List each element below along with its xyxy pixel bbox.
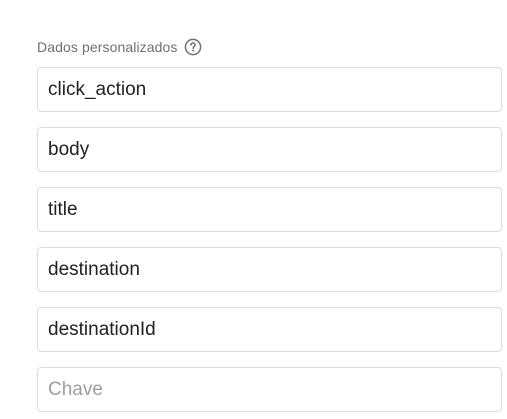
custom-data-fields — [37, 67, 502, 419]
help-circle-icon[interactable] — [184, 38, 202, 56]
section-title: Dados personalizados — [37, 39, 178, 55]
custom-key-input-new[interactable] — [48, 378, 491, 401]
custom-key-input-destination-id[interactable] — [48, 318, 491, 341]
custom-key-input-title[interactable] — [48, 198, 491, 221]
custom-key-input-click-action[interactable] — [48, 78, 491, 101]
custom-data-section: Dados personalizados — [0, 0, 507, 419]
custom-key-field-5[interactable] — [37, 307, 502, 352]
custom-key-input-destination[interactable] — [48, 258, 491, 281]
custom-key-field-new[interactable] — [37, 367, 502, 412]
section-header: Dados personalizados — [37, 37, 202, 57]
custom-key-field-2[interactable] — [37, 127, 502, 172]
custom-key-field-1[interactable] — [37, 67, 502, 112]
custom-key-field-4[interactable] — [37, 247, 502, 292]
custom-key-input-body[interactable] — [48, 138, 491, 161]
custom-key-field-3[interactable] — [37, 187, 502, 232]
